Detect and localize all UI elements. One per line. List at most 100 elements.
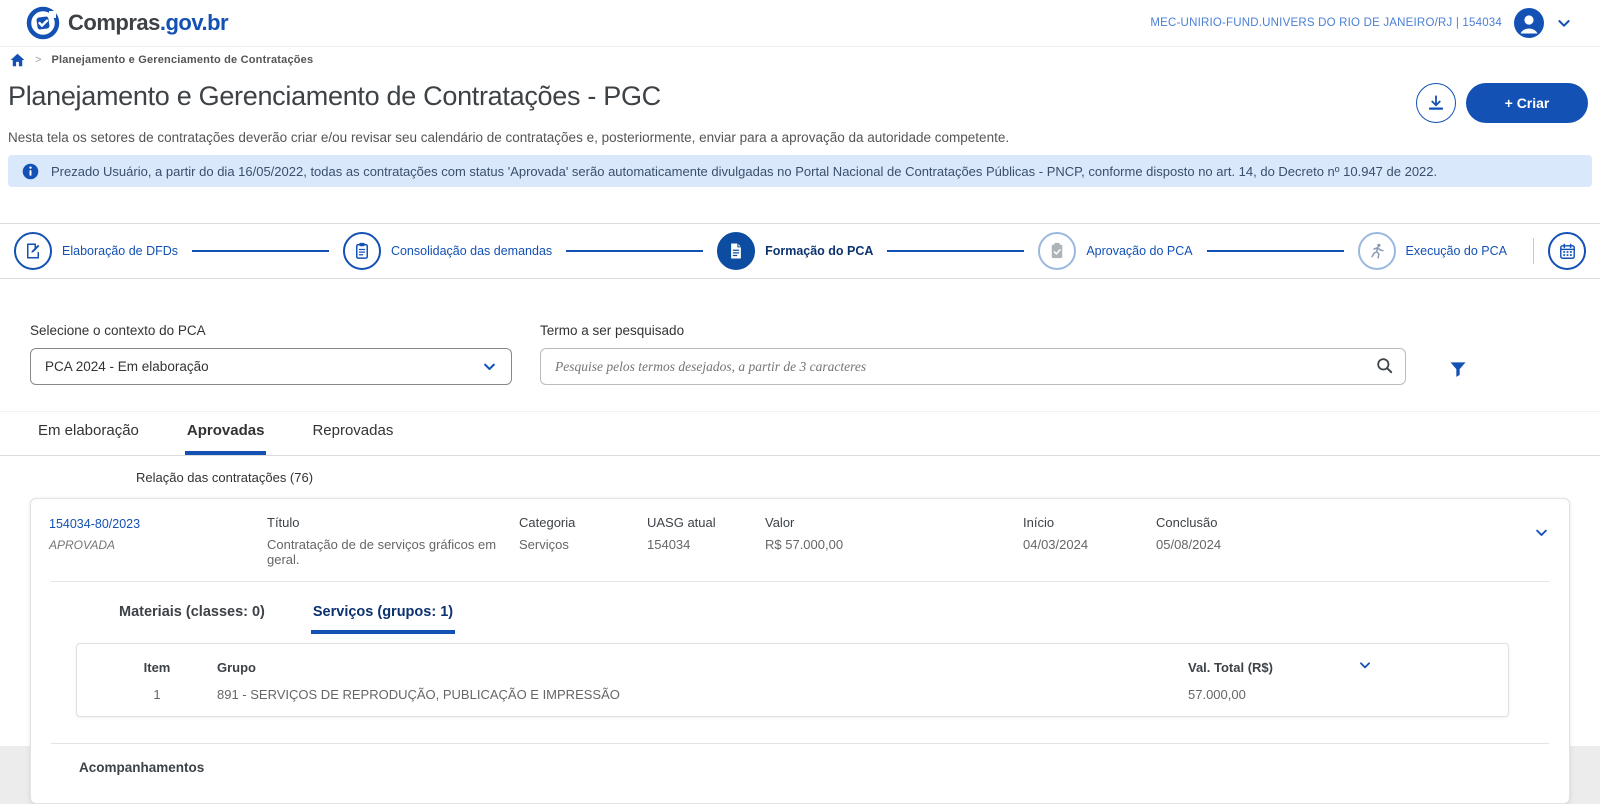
- field-label: UASG atual: [647, 515, 765, 530]
- page-subtitle: Nesta tela os setores de contratações de…: [8, 130, 1592, 145]
- field-value: 04/03/2024: [1023, 537, 1156, 552]
- step-connector: [192, 250, 329, 252]
- header-item: Item: [97, 660, 217, 675]
- step-execucao-pca: Execução do PCA: [1358, 232, 1507, 270]
- edit-document-icon[interactable]: [14, 232, 52, 270]
- tab-materiais[interactable]: Materiais (classes: 0): [117, 596, 267, 634]
- create-button[interactable]: + Criar: [1466, 83, 1588, 123]
- status-tabs: Em elaboração Aprovadas Reprovadas: [0, 411, 1600, 456]
- contract-summary-row: 154034-80/2023 APROVADA Título Contrataç…: [31, 499, 1569, 581]
- items-table-header: Item Grupo Val. Total (R$): [77, 644, 1508, 677]
- step-label[interactable]: Formação do PCA: [765, 244, 873, 258]
- cell-grupo: 891 - SERVIÇOS DE REPRODUÇÃO, PUBLICAÇÃO…: [217, 687, 1188, 702]
- logo-wordmark: Compras.gov.br: [68, 10, 228, 36]
- clipboard-icon[interactable]: [343, 232, 381, 270]
- search-icon[interactable]: [1375, 356, 1394, 375]
- stepper-end: [1533, 232, 1586, 270]
- step-aprovacao-pca: Aprovação do PCA: [1038, 232, 1192, 270]
- field-value: Contratação de de serviços gráficos em g…: [267, 537, 519, 567]
- field-label: Início: [1023, 515, 1156, 530]
- topbar-right: MEC-UNIRIO-FUND.UNIVERS DO RIO DE JANEIR…: [1150, 8, 1572, 38]
- field-label: Título: [267, 515, 519, 530]
- runner-icon[interactable]: [1358, 232, 1396, 270]
- step-label[interactable]: Aprovação do PCA: [1086, 244, 1192, 258]
- filter-funnel-icon[interactable]: [1448, 359, 1468, 379]
- compras-govbr-logo[interactable]: Compras.gov.br: [26, 6, 228, 40]
- step-label[interactable]: Consolidação das demandas: [391, 244, 552, 258]
- pca-context-selected-value: PCA 2024 - Em elaboração: [45, 359, 209, 374]
- title-actions: + Criar: [1416, 83, 1592, 123]
- pca-context-select[interactable]: PCA 2024 - Em elaboração: [30, 348, 512, 385]
- select-chevron-down-icon: [482, 359, 497, 374]
- card-divider: [51, 743, 1549, 744]
- breadcrumb-separator: >: [35, 54, 41, 66]
- breadcrumb-current[interactable]: Planejamento e Gerenciamento de Contrata…: [51, 54, 313, 66]
- contract-id-link[interactable]: 154034-80/2023: [49, 517, 140, 531]
- acompanhamentos-label: Acompanhamentos: [79, 760, 1569, 775]
- step-connector: [1207, 250, 1344, 252]
- field-categoria: Categoria Serviços: [519, 515, 647, 552]
- calendar-button[interactable]: [1548, 232, 1586, 270]
- search-label: Termo a ser pesquisado: [540, 323, 1406, 338]
- document-icon[interactable]: [717, 232, 755, 270]
- search-field: Termo a ser pesquisado: [540, 323, 1406, 385]
- step-formacao-pca: Formação do PCA: [717, 232, 873, 270]
- search-input[interactable]: [540, 348, 1406, 385]
- tab-em-elaboracao[interactable]: Em elaboração: [36, 412, 141, 455]
- field-inicio: Início 04/03/2024: [1023, 515, 1156, 552]
- field-valor: Valor R$ 57.000,00: [765, 515, 1023, 552]
- tab-servicos[interactable]: Serviços (grupos: 1): [311, 596, 455, 634]
- clipboard-check-icon[interactable]: [1038, 232, 1076, 270]
- header-grupo: Grupo: [217, 660, 1188, 675]
- cell-val-total: 57.000,00: [1188, 687, 1358, 702]
- main-content: Planejamento e Gerenciamento de Contrata…: [0, 81, 1600, 804]
- step-connector: [887, 250, 1024, 252]
- step-label[interactable]: Elaboração de DFDs: [62, 244, 178, 258]
- step-consolidacao-demandas: Consolidação das demandas: [343, 232, 552, 270]
- step-elaboracao-dfds: Elaboração de DFDs: [14, 232, 178, 270]
- download-button[interactable]: [1416, 83, 1456, 123]
- field-label: Categoria: [519, 515, 647, 530]
- page-title: Planejamento e Gerenciamento de Contrata…: [8, 81, 661, 112]
- field-value: R$ 57.000,00: [765, 537, 1023, 552]
- contract-count-label: Relação das contratações (76): [136, 470, 1592, 485]
- alert-text: Prezado Usuário, a partir do dia 16/05/2…: [51, 164, 1437, 179]
- vertical-divider: [1533, 238, 1534, 264]
- info-icon: [22, 163, 39, 180]
- compras-logo-icon: [26, 6, 60, 40]
- pca-stepper: Elaboração de DFDs Consolidação das dema…: [0, 223, 1600, 279]
- field-titulo: Título Contratação de de serviços gráfic…: [267, 515, 519, 567]
- table-chevron-down-icon[interactable]: [1358, 658, 1372, 672]
- user-avatar-icon[interactable]: [1514, 8, 1544, 38]
- contract-card: 154034-80/2023 APROVADA Título Contrataç…: [30, 498, 1570, 804]
- tab-reprovadas[interactable]: Reprovadas: [310, 412, 395, 455]
- header-val-total: Val. Total (R$): [1188, 660, 1358, 675]
- account-chevron-down-icon[interactable]: [1556, 15, 1572, 31]
- field-uasg-atual: UASG atual 154034: [647, 515, 765, 552]
- step-label[interactable]: Execução do PCA: [1406, 244, 1507, 258]
- step-connector: [566, 250, 703, 252]
- field-label: Conclusão: [1156, 515, 1530, 530]
- home-icon[interactable]: [10, 53, 25, 67]
- contract-id-column: 154034-80/2023 APROVADA: [49, 515, 267, 552]
- info-alert: Prezado Usuário, a partir do dia 16/05/2…: [8, 155, 1592, 187]
- field-conclusao: Conclusão 05/08/2024: [1156, 515, 1530, 552]
- collapse-chevron-icon[interactable]: [1530, 521, 1553, 544]
- items-table: Item Grupo Val. Total (R$) 1 891 - SERVI…: [76, 643, 1509, 717]
- items-table-row: 1 891 - SERVIÇOS DE REPRODUÇÃO, PUBLICAÇ…: [77, 677, 1508, 716]
- field-label: Valor: [765, 515, 1023, 530]
- context-label: Selecione o contexto do PCA: [30, 323, 512, 338]
- breadcrumb: > Planejamento e Gerenciamento de Contra…: [0, 46, 1600, 73]
- items-tabs: Materiais (classes: 0) Serviços (grupos:…: [117, 596, 1569, 634]
- title-row: Planejamento e Gerenciamento de Contrata…: [8, 81, 1592, 123]
- field-value: 05/08/2024: [1156, 537, 1530, 552]
- card-divider: [51, 581, 1549, 582]
- field-value: Serviços: [519, 537, 647, 552]
- contract-status-badge: APROVADA: [49, 538, 267, 552]
- context-field: Selecione o contexto do PCA PCA 2024 - E…: [30, 323, 512, 385]
- cell-item: 1: [97, 687, 217, 702]
- top-bar: Compras.gov.br MEC-UNIRIO-FUND.UNIVERS D…: [0, 0, 1600, 46]
- field-value: 154034: [647, 537, 765, 552]
- page: Compras.gov.br MEC-UNIRIO-FUND.UNIVERS D…: [0, 0, 1600, 746]
- tab-aprovadas[interactable]: Aprovadas: [185, 412, 267, 455]
